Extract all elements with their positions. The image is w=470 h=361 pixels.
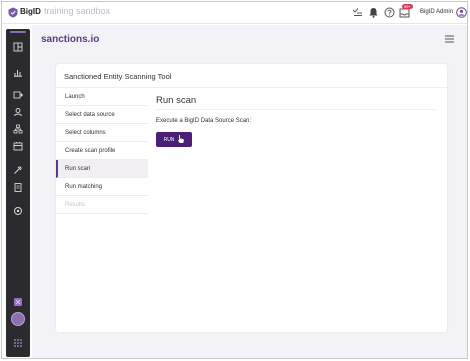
dashboard-icon[interactable] <box>13 42 23 52</box>
user-avatar-icon[interactable] <box>456 7 467 18</box>
reports-icon[interactable] <box>13 67 23 77</box>
user-name[interactable]: BigID Admin <box>420 9 453 15</box>
sidebar-active-indicator <box>10 31 26 33</box>
identities-icon[interactable] <box>13 107 23 117</box>
app-avatar-icon[interactable] <box>11 312 25 326</box>
brand-name: BigID <box>20 7 41 16</box>
step-select-data-source[interactable]: Select data source <box>56 106 148 124</box>
apps-icon[interactable] <box>13 297 23 307</box>
catalog-icon[interactable] <box>13 141 23 151</box>
environment-label: training sandbox <box>44 6 111 16</box>
run-button[interactable]: RUN <box>156 132 192 147</box>
section-divider <box>156 109 436 110</box>
wizard-card: Sanctioned Entity Scanning Tool Launch S… <box>56 64 447 332</box>
help-icon[interactable] <box>384 7 395 18</box>
hand-cursor-icon <box>177 134 185 144</box>
sidebar <box>6 29 30 357</box>
step-select-columns[interactable]: Select columns <box>56 124 148 142</box>
notification-count-badge: 99+ <box>402 4 413 9</box>
step-run-scan[interactable]: Run scan <box>56 160 148 178</box>
clipboard-icon[interactable] <box>13 182 23 192</box>
wizard-steps: Launch Select data source Select columns… <box>56 88 148 214</box>
data-sources-icon[interactable] <box>13 90 23 100</box>
tasks-icon[interactable] <box>352 7 363 18</box>
card-title: Sanctioned Entity Scanning Tool <box>64 72 172 81</box>
bigid-logo-icon[interactable] <box>8 7 18 18</box>
section-title: Run scan <box>156 95 197 106</box>
step-results: Results <box>56 196 148 214</box>
app-window: BigID training sandbox 99+ BigID Admin s… <box>1 1 468 359</box>
hamburger-menu-icon[interactable] <box>445 35 454 43</box>
bell-icon[interactable] <box>368 7 379 18</box>
app-title: sanctions.io <box>41 34 100 45</box>
top-bar: BigID training sandbox 99+ BigID Admin <box>2 2 467 24</box>
hierarchy-icon[interactable] <box>13 124 23 134</box>
scan-instruction: Execute a BigID Data Source Scan: <box>156 118 252 124</box>
step-run-matching[interactable]: Run matching <box>56 178 148 196</box>
remediation-icon[interactable] <box>13 165 23 175</box>
step-launch[interactable]: Launch <box>56 88 148 106</box>
step-create-scan-profile[interactable]: Create scan profile <box>56 142 148 160</box>
settings-icon[interactable] <box>13 206 23 216</box>
main-content: sanctions.io Sanctioned Entity Scanning … <box>32 25 467 358</box>
grid-menu-icon[interactable] <box>13 338 23 348</box>
